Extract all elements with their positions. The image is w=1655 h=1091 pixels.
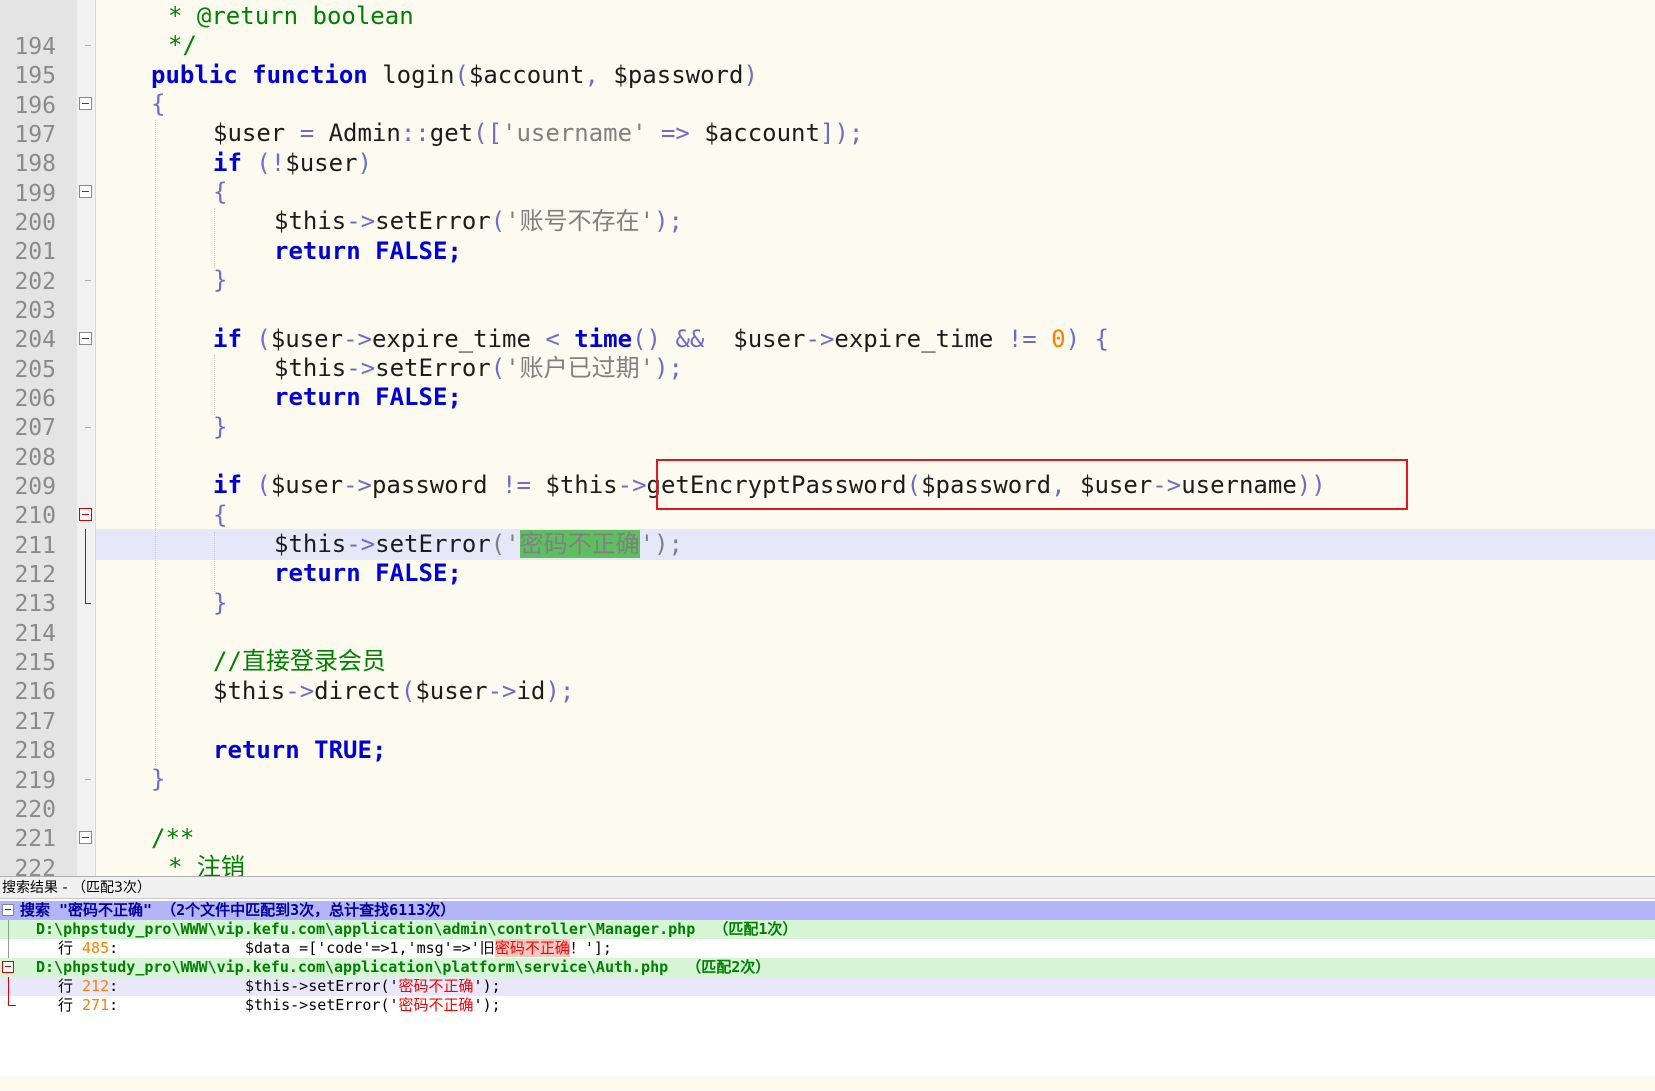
code-line: 222 /**	[0, 823, 1655, 882]
result-hit-code: $data =['code'=>1,'msg'=>'旧密码不正确！'];	[245, 939, 612, 957]
code-line: 203 }	[0, 265, 1655, 324]
doc-comment: */	[168, 31, 197, 59]
tree-line	[8, 977, 9, 996]
code-line: 198 $user = Admin::get(['username' => $a…	[0, 118, 1655, 177]
fold-range-end	[85, 588, 91, 604]
doc-comment: /**	[151, 824, 195, 852]
result-hit-code: $this->setError('密码不正确');	[245, 996, 501, 1014]
fold-range-line	[85, 558, 86, 589]
result-hit-text: 行 212:	[58, 977, 119, 995]
fold-end-tick	[85, 779, 91, 780]
brace: {	[213, 178, 228, 206]
result-file-label: D:\phpstudy_pro\WWW\vip.kefu.com\applica…	[36, 958, 771, 976]
statement: $user = Admin::get(['username' => $accou…	[213, 119, 864, 147]
code-line: 219 return TRUE;	[0, 735, 1655, 794]
code-line: 218	[0, 705, 1655, 764]
fold-end-tick	[85, 427, 91, 428]
statement: if ($user->expire_time < time() && $user…	[213, 325, 1109, 353]
brace: {	[151, 90, 166, 118]
fold-toggle-icon[interactable]	[79, 508, 92, 521]
code-line: 204	[0, 294, 1655, 353]
brace: }	[213, 266, 228, 294]
search-match-highlight: 密码不正确	[519, 530, 640, 558]
code-line: 216 //直接登录会员	[0, 646, 1655, 705]
code-line: 206 $this->setError('账户已过期');	[0, 353, 1655, 412]
result-hit-row[interactable]: 行 485: $data =['code'=>1,'msg'=>'旧密码不正确！…	[0, 939, 1655, 958]
statement: $this->setError('密码不正确');	[274, 530, 684, 558]
search-summary-text: 搜索 "密码不正确" （2个文件中匹配到3次，总计查找6113次）	[20, 901, 456, 919]
statement: return FALSE;	[274, 383, 462, 411]
code-line: 214 }	[0, 588, 1655, 647]
fold-toggle-icon[interactable]	[79, 97, 92, 110]
code-editor[interactable]: 194 * @return boolean 195 */ 196 public …	[0, 0, 1655, 918]
fold-end-tick	[85, 280, 91, 281]
result-file-row[interactable]: D:\phpstudy_pro\WWW\vip.kefu.com\applica…	[0, 920, 1655, 939]
statement: $this->direct($user->id);	[213, 677, 575, 705]
result-hit-row[interactable]: 行 212: $this->setError('密码不正确');	[0, 977, 1655, 996]
collapse-icon[interactable]	[2, 961, 14, 973]
statement: return TRUE;	[213, 736, 387, 764]
brace: }	[213, 413, 228, 441]
code-line: 194 * @return boolean	[0, 1, 1655, 60]
doc-comment: * @return boolean	[168, 2, 414, 30]
line-comment: //直接登录会员	[213, 647, 386, 675]
statement: return FALSE;	[274, 559, 462, 587]
function-signature: public function login($account, $passwor…	[151, 61, 758, 89]
code-line: 208 }	[0, 412, 1655, 471]
result-file-row[interactable]: D:\phpstudy_pro\WWW\vip.kefu.com\applica…	[0, 958, 1655, 977]
result-hit-text: 行 485:	[58, 939, 119, 957]
statement: if (!$user)	[213, 149, 372, 177]
fold-range-line	[85, 529, 86, 560]
fold-end-tick	[85, 45, 91, 46]
tree-line	[8, 920, 9, 939]
fold-toggle-icon[interactable]	[79, 332, 92, 345]
code-line: 212 $this->setError('密码不正确');	[0, 529, 1655, 588]
result-hit-code: $this->setError('密码不正确');	[245, 977, 501, 995]
statement: return FALSE;	[274, 237, 462, 265]
panel-title: 搜索结果 - （匹配3次）	[0, 877, 1655, 899]
code-line: 207 return FALSE;	[0, 382, 1655, 441]
code-line: 201 $this->setError('账号不存在');	[0, 206, 1655, 265]
code-line: 200 {	[0, 177, 1655, 236]
fold-toggle-icon[interactable]	[79, 185, 92, 198]
result-file-label: D:\phpstudy_pro\WWW\vip.kefu.com\applica…	[36, 920, 798, 938]
brace: }	[151, 765, 166, 793]
code-line: 215	[0, 617, 1655, 676]
code-line: 202 return FALSE;	[0, 236, 1655, 295]
search-summary-row[interactable]: 搜索 "密码不正确" （2个文件中匹配到3次，总计查找6113次）	[0, 901, 1655, 920]
fold-toggle-icon[interactable]	[79, 831, 92, 844]
annotation-red-box	[656, 459, 1408, 510]
code-line: 220 }	[0, 764, 1655, 823]
collapse-icon[interactable]	[2, 904, 14, 916]
result-hit-row[interactable]: 行 271: $this->setError('密码不正确');	[0, 996, 1655, 1015]
result-hit-text: 行 271:	[58, 996, 119, 1014]
code-line: 195 */	[0, 30, 1655, 89]
brace: }	[213, 589, 228, 617]
brace: {	[213, 501, 228, 529]
code-line: 205 if ($user->expire_time < time() && $…	[0, 324, 1655, 383]
tree-line	[8, 996, 16, 1006]
code-line: 213 return FALSE;	[0, 558, 1655, 617]
tree-line	[8, 939, 9, 958]
code-line: 197 {	[0, 89, 1655, 148]
code-line: 221	[0, 793, 1655, 852]
search-results-panel[interactable]: 搜索结果 - （匹配3次） 搜索 "密码不正确" （2个文件中匹配到3次，总计查…	[0, 876, 1655, 1076]
code-line: 199 if (!$user)	[0, 148, 1655, 207]
statement: $this->setError('账户已过期');	[274, 354, 684, 382]
statement: $this->setError('账号不存在');	[274, 207, 684, 235]
code-line: 196 public function login($account, $pas…	[0, 60, 1655, 119]
code-line: 217 $this->direct($user->id);	[0, 676, 1655, 735]
